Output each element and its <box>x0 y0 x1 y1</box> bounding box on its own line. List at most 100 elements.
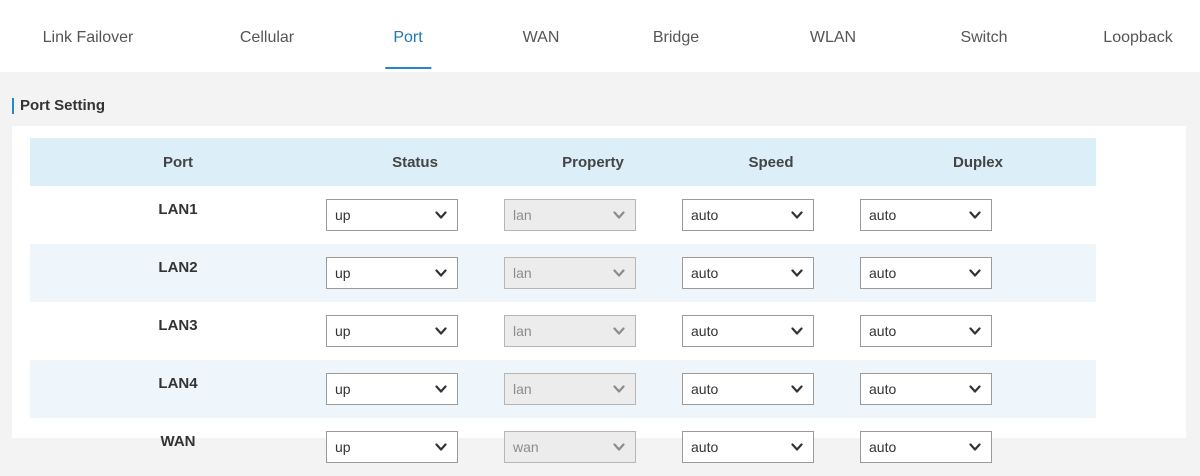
property-select-value: lan <box>513 265 532 281</box>
table-header-row: Port Status Property Speed Duplex <box>30 138 1096 186</box>
property-cell: lan <box>504 302 682 360</box>
table-row: LAN1 up lan auto auto <box>30 186 1096 244</box>
property-select: wan <box>504 431 636 463</box>
duplex-select-value: auto <box>869 323 897 339</box>
property-select: lan <box>504 373 636 405</box>
chevron-down-icon <box>435 327 447 335</box>
speed-select-value: auto <box>691 439 719 455</box>
chevron-down-icon <box>613 211 625 219</box>
column-header-status: Status <box>326 138 504 186</box>
property-select-value: wan <box>513 439 539 455</box>
duplex-select[interactable]: auto <box>860 315 992 347</box>
tab-label: WAN <box>522 29 560 46</box>
port-setting-panel: Port Status Property Speed Duplex LAN1 up… <box>12 126 1186 463</box>
tab-label: Cellular <box>239 29 295 46</box>
column-header-port: Port <box>30 138 326 186</box>
status-select-value: up <box>335 381 351 397</box>
speed-cell: auto <box>682 302 860 360</box>
speed-select[interactable]: auto <box>682 257 814 289</box>
port-name-cell: LAN4 <box>30 360 326 418</box>
section-title: Port Setting <box>12 96 105 116</box>
tab-label: Port <box>393 29 423 46</box>
duplex-select[interactable]: auto <box>860 199 992 231</box>
duplex-select[interactable]: auto <box>860 373 992 405</box>
status-select-value: up <box>335 439 351 455</box>
speed-select-value: auto <box>691 323 719 339</box>
chevron-down-icon <box>613 443 625 451</box>
column-header-property: Property <box>504 138 682 186</box>
tab-label: WLAN <box>809 29 857 46</box>
speed-cell: auto <box>682 186 860 244</box>
tab-bar: Link Failover Cellular Port WAN Bridge W… <box>0 0 1200 72</box>
status-select[interactable]: up <box>326 373 458 405</box>
tab-wan[interactable]: WAN <box>523 0 560 72</box>
tab-port[interactable]: Port <box>385 0 431 72</box>
status-cell: up <box>326 244 504 302</box>
chevron-down-icon <box>969 385 981 393</box>
column-header-duplex: Duplex <box>860 138 1096 186</box>
speed-cell: auto <box>682 360 860 418</box>
status-select[interactable]: up <box>326 431 458 463</box>
property-select-value: lan <box>513 381 532 397</box>
property-select-value: lan <box>513 323 532 339</box>
table-row: LAN2 up lan auto auto <box>30 244 1096 302</box>
duplex-select[interactable]: auto <box>860 431 992 463</box>
chevron-down-icon <box>435 211 447 219</box>
property-cell: lan <box>504 360 682 418</box>
property-select-value: lan <box>513 207 532 223</box>
chevron-down-icon <box>613 385 625 393</box>
speed-cell: auto <box>682 418 860 476</box>
speed-select[interactable]: auto <box>682 315 814 347</box>
tab-label: Loopback <box>1103 29 1173 46</box>
duplex-select-value: auto <box>869 381 897 397</box>
chevron-down-icon <box>969 269 981 277</box>
property-select: lan <box>504 315 636 347</box>
speed-select-value: auto <box>691 381 719 397</box>
chevron-down-icon <box>791 327 803 335</box>
speed-select[interactable]: auto <box>682 373 814 405</box>
duplex-select-value: auto <box>869 207 897 223</box>
duplex-cell: auto <box>860 244 1096 302</box>
chevron-down-icon <box>791 269 803 277</box>
status-select[interactable]: up <box>326 199 458 231</box>
duplex-cell: auto <box>860 360 1096 418</box>
duplex-select[interactable]: auto <box>860 257 992 289</box>
speed-cell: auto <box>682 244 860 302</box>
property-select: lan <box>504 257 636 289</box>
tab-cellular[interactable]: Cellular <box>240 0 294 72</box>
chevron-down-icon <box>969 443 981 451</box>
column-header-speed: Speed <box>682 138 860 186</box>
status-select-value: up <box>335 323 351 339</box>
status-cell: up <box>326 186 504 244</box>
speed-select-value: auto <box>691 265 719 281</box>
tab-bridge[interactable]: Bridge <box>653 0 699 72</box>
tab-wlan[interactable]: WLAN <box>810 0 856 72</box>
speed-select-value: auto <box>691 207 719 223</box>
status-select-value: up <box>335 207 351 223</box>
status-select[interactable]: up <box>326 257 458 289</box>
status-cell: up <box>326 360 504 418</box>
section-title-text: Port Setting <box>20 97 105 114</box>
property-cell: lan <box>504 244 682 302</box>
tab-label: Link Failover <box>42 29 134 46</box>
chevron-down-icon <box>969 211 981 219</box>
tab-switch[interactable]: Switch <box>960 0 1007 72</box>
property-cell: wan <box>504 418 682 476</box>
status-cell: up <box>326 418 504 476</box>
chevron-down-icon <box>791 211 803 219</box>
tab-label: Switch <box>960 29 1008 46</box>
chevron-down-icon <box>791 443 803 451</box>
tab-loopback[interactable]: Loopback <box>1103 0 1172 72</box>
status-select-value: up <box>335 265 351 281</box>
speed-select[interactable]: auto <box>682 431 814 463</box>
speed-select[interactable]: auto <box>682 199 814 231</box>
chevron-down-icon <box>969 327 981 335</box>
chevron-down-icon <box>791 385 803 393</box>
tab-link-failover[interactable]: Link Failover <box>43 0 134 72</box>
status-cell: up <box>326 302 504 360</box>
port-name-cell: LAN3 <box>158 316 198 334</box>
status-select[interactable]: up <box>326 315 458 347</box>
section-title-bar <box>12 98 14 114</box>
table-row: LAN4 up lan auto auto <box>30 360 1096 418</box>
active-tab-indicator <box>385 67 431 69</box>
